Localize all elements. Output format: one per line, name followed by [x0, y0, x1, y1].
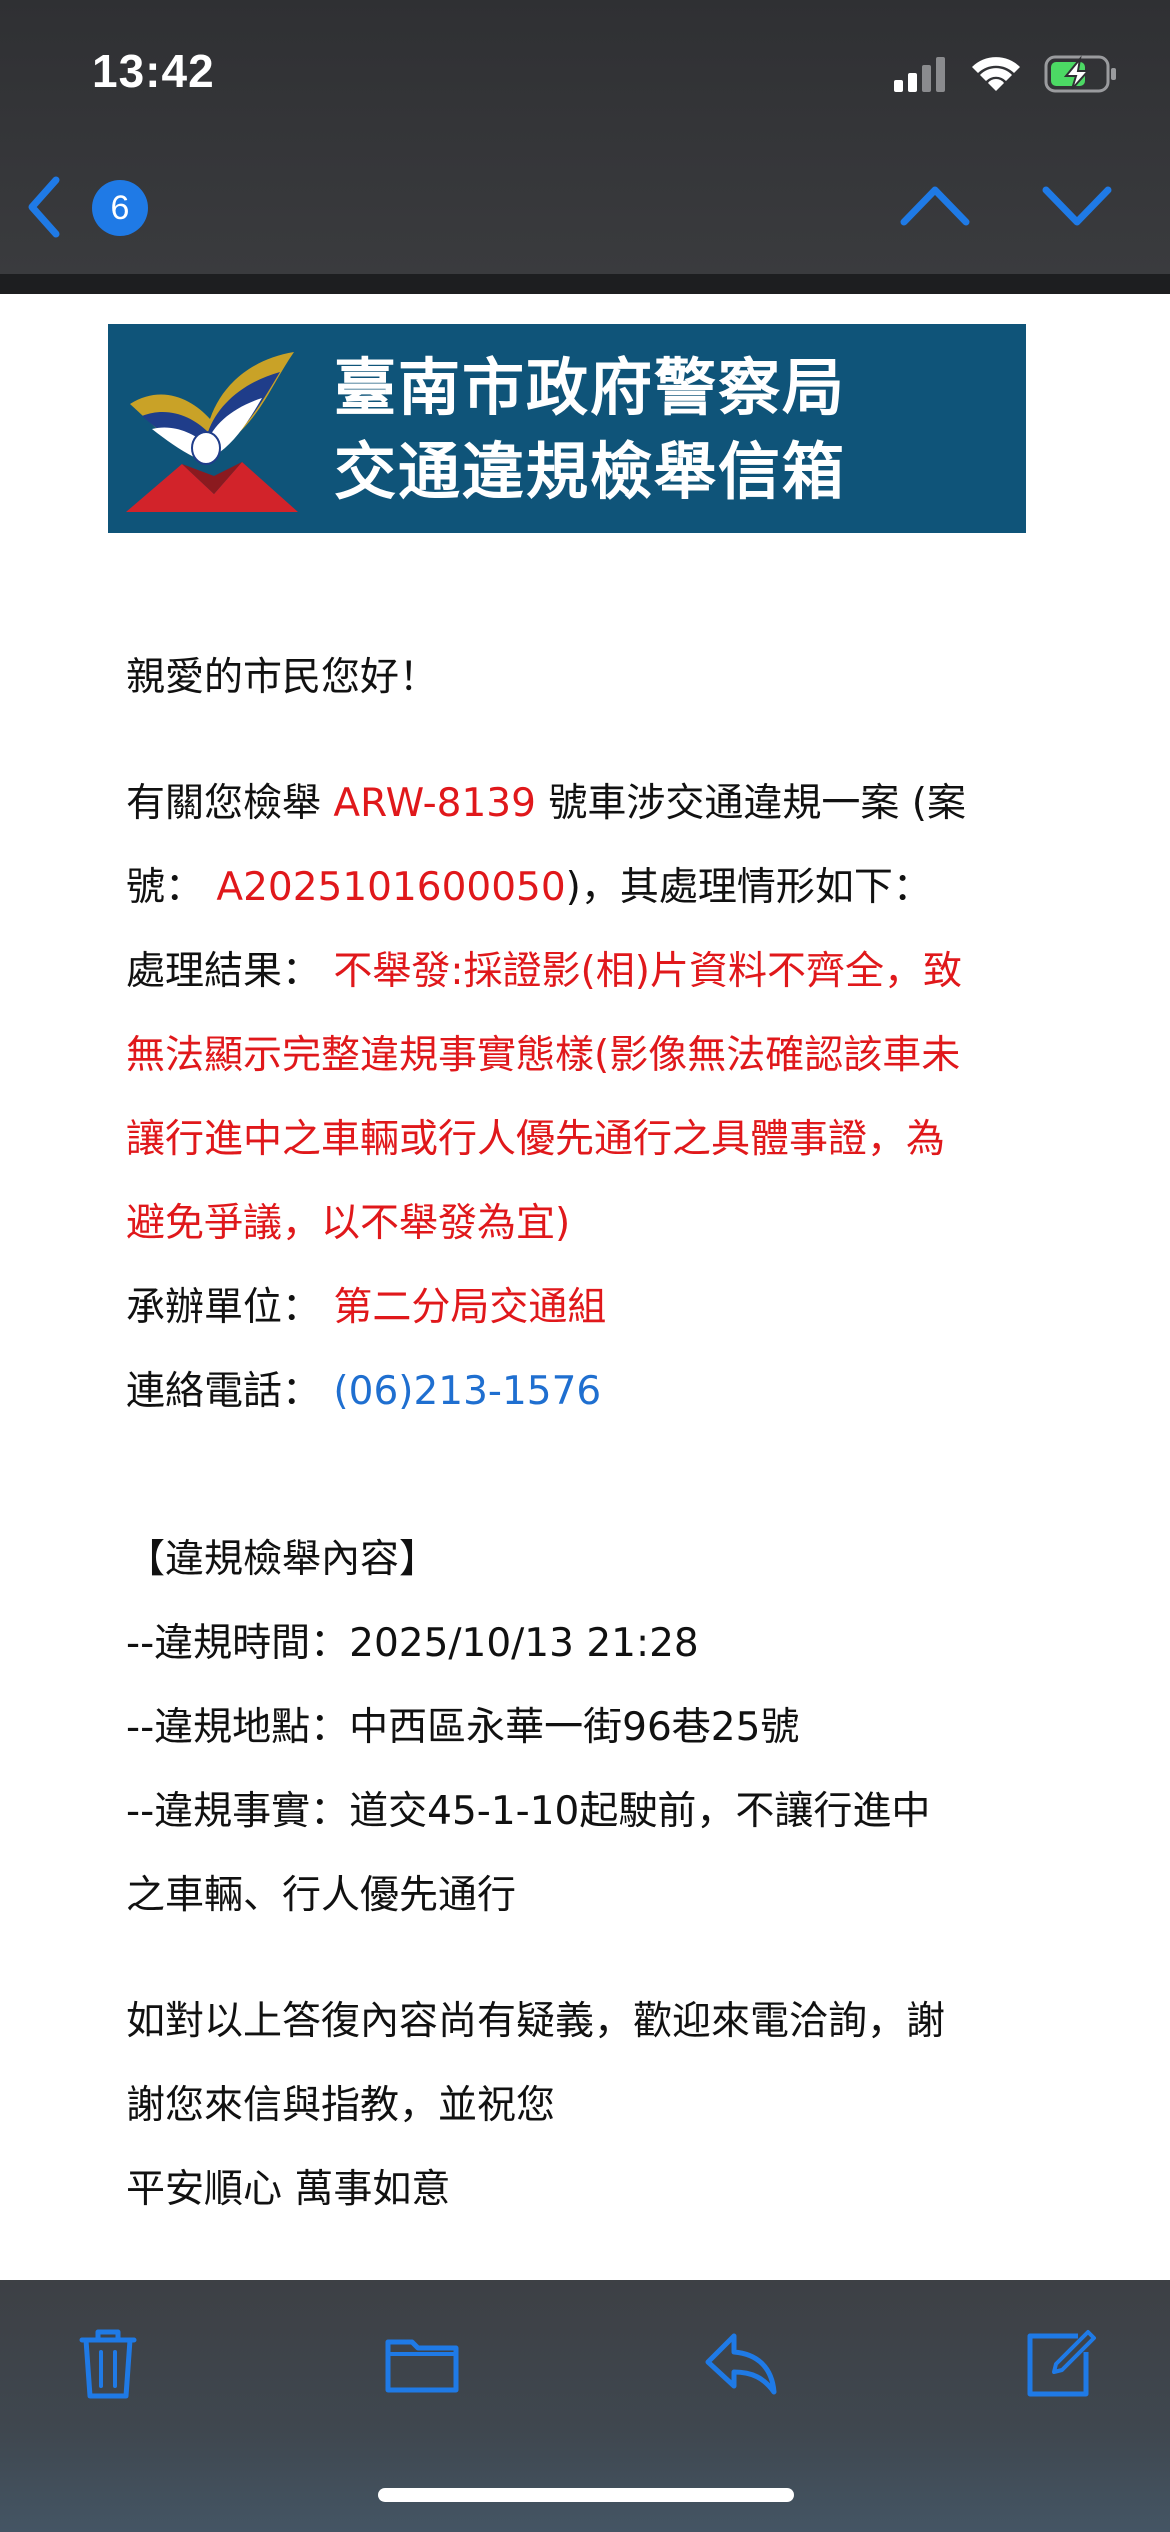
signal-icon [894, 57, 945, 92]
compose-button[interactable] [1020, 2322, 1100, 2402]
reply-icon [705, 2333, 777, 2395]
result-text: 不舉發:採證影(相)片資料不齊全，致 [333, 949, 962, 994]
result-line-1: 處理結果： 不舉發:採證影(相)片資料不齊全，致 [126, 930, 962, 1014]
banner-title-line1: 臺南市政府警察局 [334, 351, 847, 424]
intro-line: 有關您檢舉 ARW-8139 號車涉交通違規一案 (案 [126, 762, 966, 846]
detail-fact-line-2: 之車輛、行人優先通行 [126, 1873, 517, 1918]
detail-fact-line-1: --違規事實：道交45-1-10起駛前，不讓行進中 [126, 1789, 931, 1834]
result-line-3: 讓行進中之車輛或行人優先通行之具體事證，為 [126, 1117, 946, 1162]
unread-count-badge[interactable]: 6 [92, 180, 148, 236]
case-number: A2025101600050 [216, 865, 566, 910]
closing-line-1: 如對以上答復內容尚有疑義，歡迎來電洽詢，謝 [126, 1999, 946, 2044]
phone-label: 連絡電話： [126, 1369, 322, 1414]
move-to-folder-button[interactable] [382, 2322, 462, 2402]
case-line: 號： A2025101600050)，其處理情形如下： [126, 846, 932, 930]
chevron-up-icon [900, 186, 970, 226]
banner-title-line2: 交通違規檢舉信箱 [334, 435, 847, 508]
closing-line-3: 平安順心 萬事如意 [126, 2167, 451, 2212]
greeting: 親愛的市民您好！ [126, 655, 439, 700]
chevron-down-icon [1042, 186, 1112, 226]
trash-icon [79, 2329, 137, 2399]
case-prefix: 號： [126, 865, 205, 910]
banner-title: 臺南市政府警察局 交通違規檢舉信箱 [334, 346, 846, 514]
result-line-4: 避免爭議，以不舉發為宜) [126, 1201, 571, 1246]
detail-place: --違規地點：中西區永華一街96巷25號 [126, 1705, 800, 1750]
delete-button[interactable] [68, 2322, 148, 2402]
reply-button[interactable] [700, 2322, 780, 2402]
unit-label: 承辦單位： [126, 1285, 322, 1330]
next-message-button[interactable] [1040, 176, 1114, 236]
status-time: 13:42 [92, 45, 215, 97]
intro-suffix: 號車涉交通違規一案 (案 [548, 781, 966, 826]
top-bar-divider [0, 274, 1170, 294]
unit-value: 第二分局交通組 [333, 1285, 607, 1330]
compose-icon [1027, 2330, 1096, 2397]
result-line-2: 無法顯示完整違規事實態樣(影像無法確認該車未 [126, 1033, 961, 1078]
intro-prefix: 有關您檢舉 [126, 781, 322, 826]
section-title: 【違規檢舉內容】 [126, 1537, 439, 1582]
closing-line-2: 謝您來信與指教，並祝您 [126, 2083, 556, 2128]
phone-line: 連絡電話： (06)213-1576 [126, 1350, 601, 1434]
police-dove-logo [126, 352, 298, 512]
plate-number: ARW-8139 [333, 781, 536, 826]
home-indicator[interactable] [378, 2488, 794, 2502]
back-chevron-icon [28, 176, 60, 238]
status-icons [894, 52, 1118, 96]
case-suffix: )，其處理情形如下： [565, 865, 932, 910]
phone-link[interactable]: (06)213-1576 [333, 1369, 601, 1414]
top-bar: 13:42 6 [0, 0, 1170, 274]
previous-message-button[interactable] [898, 176, 972, 236]
wifi-icon [972, 57, 1020, 91]
battery-charging-icon [1044, 55, 1116, 93]
email-banner: 臺南市政府警察局 交通違規檢舉信箱 [108, 324, 1026, 533]
detail-time: --違規時間：2025/10/13 21:28 [126, 1621, 699, 1666]
unit-line: 承辦單位： 第二分局交通組 [126, 1266, 606, 1350]
result-label: 處理結果： [126, 949, 322, 994]
folder-icon [385, 2339, 459, 2393]
